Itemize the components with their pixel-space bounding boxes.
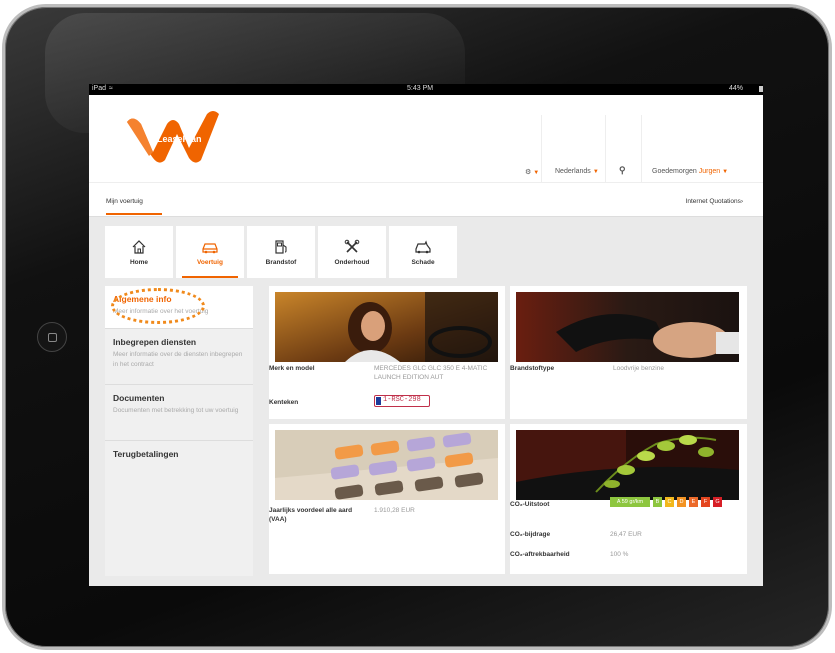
sidebar-item-title: Inbegrepen diensten bbox=[113, 337, 197, 347]
co2-aftrek-label: CO₂-aftrekbaarheid bbox=[510, 551, 570, 558]
status-bar: iPad ≈ 5:43 PM 44% bbox=[89, 84, 763, 95]
sidebar-item-desc: Meer informatie over de diensten inbegre… bbox=[113, 351, 243, 368]
clock: 5:43 PM bbox=[407, 85, 434, 92]
brandstof-value: Loodvrije benzine bbox=[613, 365, 664, 372]
sidebar-item-title: Terugbetalingen bbox=[113, 449, 179, 459]
gear-icon: ⚙ bbox=[525, 169, 532, 176]
site-header: LeasePlan ⚙ ▼ Nederlands ▼ ⚲ Goedemorgen J… bbox=[89, 95, 763, 183]
tile-voertuig[interactable]: Voertuig bbox=[176, 226, 244, 278]
calculator-photo bbox=[275, 430, 498, 500]
sidebar-item-algemene-info[interactable]: Algemene info Meer informatie over het v… bbox=[105, 286, 253, 329]
home-icon bbox=[132, 240, 146, 254]
sidebar-item-title: Documenten bbox=[113, 393, 165, 403]
tile-brandstof[interactable]: Brandstof bbox=[247, 226, 315, 278]
tile-onderhoud[interactable]: Onderhoud bbox=[318, 226, 386, 278]
sidebar-item-desc: Documenten met betrekking tot uw voertui… bbox=[113, 407, 239, 414]
tools-icon bbox=[344, 239, 360, 253]
logo-text: LeasePlan bbox=[157, 134, 202, 144]
tile-brandstof-label: Brandstof bbox=[265, 259, 297, 266]
vehicle-photo bbox=[275, 292, 498, 362]
tab-mijn-voertuig[interactable]: Mijn voertuig bbox=[106, 198, 162, 215]
language-select[interactable]: Nederlands ▼ bbox=[555, 168, 599, 175]
tile-home[interactable]: Home bbox=[105, 226, 173, 278]
energy-label-e: E bbox=[689, 497, 698, 507]
vaa-label: Jaarlijks voordeel alle aard (VAA) bbox=[269, 507, 353, 523]
license-plate: 1-RSC-298 bbox=[374, 395, 430, 407]
sidebar-item-inbegrepen-diensten[interactable]: Inbegrepen diensten Meer informatie over… bbox=[105, 329, 253, 385]
energy-label-c: C bbox=[665, 497, 674, 507]
tile-schade[interactable]: Schade bbox=[389, 226, 457, 278]
energy-label-b: B bbox=[653, 497, 662, 507]
vaa-value: 1.910,28 EUR bbox=[374, 507, 415, 514]
app-screen: iPad ≈ 5:43 PM 44% LeasePlan ⚙ ▼ Nederlan… bbox=[89, 84, 763, 586]
tile-home-label: Home bbox=[129, 259, 149, 266]
tile-onderhoud-label: Onderhoud bbox=[334, 259, 370, 266]
vehicle-card: Merk en model MERCEDES GLC GLC 350 E 4-M… bbox=[269, 286, 505, 419]
home-hardware-button[interactable] bbox=[37, 322, 67, 352]
merk-value: MERCEDES GLC GLC 350 E 4-MATIC LAUNCH ED… bbox=[374, 365, 488, 381]
leaseplan-logo[interactable]: LeasePlan bbox=[123, 108, 231, 173]
internet-quotations-link[interactable]: Internet Quotations› bbox=[686, 198, 743, 205]
energy-label-a: A 59 gr/km bbox=[610, 497, 650, 507]
greeting: Goedemorgen bbox=[652, 168, 697, 175]
vaa-card: Jaarlijks voordeel alle aard (VAA) 1.910… bbox=[269, 424, 505, 574]
co2-card: CO₂-Uitstoot A 59 gr/km B C D E F G CO₂-… bbox=[510, 424, 747, 574]
fuel-photo bbox=[516, 292, 739, 362]
tile-schade-label: Schade bbox=[411, 259, 435, 266]
sidebar-item-documenten[interactable]: Documenten Documenten met betrekking tot… bbox=[105, 385, 253, 441]
co2-uitstoot-label: CO₂-Uitstoot bbox=[510, 501, 550, 508]
energy-label-d: D bbox=[677, 497, 686, 507]
merk-label: Merk en model bbox=[269, 365, 315, 372]
user-menu[interactable]: Goedemorgen Jurgen ▼ bbox=[652, 168, 728, 175]
damaged-car-icon bbox=[415, 240, 431, 254]
co2-bijdrage-label: CO₂-bijdrage bbox=[510, 531, 551, 538]
kenteken-label: Kenteken bbox=[269, 399, 299, 406]
car-icon bbox=[202, 243, 218, 254]
fuel-card: Brandstoftype Loodvrije benzine bbox=[510, 286, 747, 419]
plant-photo bbox=[516, 430, 739, 500]
fuel-pump-icon bbox=[275, 240, 287, 254]
tile-voertuig-label: Voertuig bbox=[197, 259, 223, 266]
settings-menu[interactable]: ⚙ ▼ bbox=[525, 168, 539, 176]
language-label: Nederlands bbox=[555, 168, 591, 175]
sub-navigation: Mijn voertuig Internet Quotations› bbox=[89, 183, 763, 217]
wifi-icon: ≈ bbox=[109, 85, 113, 92]
energy-label-g: G bbox=[713, 497, 722, 507]
co2-aftrek-value: 100 % bbox=[610, 551, 629, 558]
user-name: Jurgen bbox=[698, 168, 721, 175]
sidebar: Algemene info Meer informatie over het v… bbox=[105, 286, 253, 576]
energy-label-f: F bbox=[701, 497, 710, 507]
search-icon[interactable]: ⚲ bbox=[619, 165, 626, 176]
battery-percent: 44% bbox=[728, 85, 743, 92]
sidebar-item-terugbetalingen[interactable]: Terugbetalingen bbox=[105, 441, 253, 469]
highlight-circle bbox=[111, 288, 205, 324]
brandstof-label: Brandstoftype bbox=[510, 365, 555, 372]
co2-bijdrage-value: 26,47 EUR bbox=[610, 531, 642, 538]
internet-quotations-label: Internet Quotations bbox=[685, 198, 741, 205]
device-label: iPad bbox=[92, 85, 107, 92]
